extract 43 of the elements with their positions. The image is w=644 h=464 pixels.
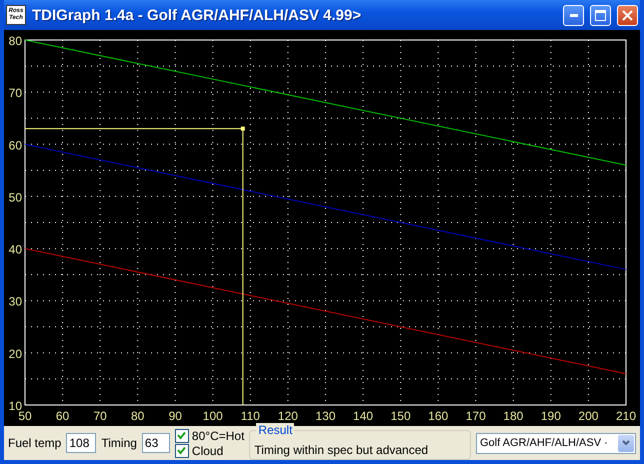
fuel-temp-label: Fuel temp — [8, 436, 62, 450]
minimize-button[interactable] — [563, 4, 584, 26]
x-tick-label: 130 — [315, 409, 336, 423]
x-tick-label: 100 — [202, 409, 223, 423]
timing-label: Timing — [101, 436, 137, 450]
y-tick-label: 50 — [8, 190, 22, 204]
y-tick-label: 20 — [8, 346, 22, 361]
x-tick-label: 190 — [540, 409, 561, 423]
minimize-icon — [570, 14, 578, 16]
fuel-temp-field[interactable]: 108 — [66, 433, 96, 453]
x-tick-label: 110 — [240, 409, 260, 423]
engine-dropdown[interactable]: Golf AGR/AHF/ALH/ASV · — [476, 432, 636, 454]
x-tick-label: 210 — [616, 409, 636, 423]
checkbox-label: Cloud — [192, 444, 224, 458]
x-tick-label: 140 — [353, 409, 374, 423]
close-button[interactable] — [617, 4, 638, 26]
marker-point — [240, 126, 245, 131]
maximize-button[interactable] — [590, 4, 611, 26]
y-tick-label: 40 — [8, 242, 22, 257]
timing-field[interactable]: 63 — [142, 433, 170, 453]
x-tick-label: 80 — [131, 409, 144, 423]
checkbox[interactable] — [174, 444, 189, 458]
x-tick-label: 120 — [278, 409, 298, 423]
x-tick-label: 160 — [428, 409, 448, 423]
maximize-icon — [595, 10, 606, 20]
result-text: Timing within spec but advanced — [254, 443, 428, 457]
x-tick-label: 70 — [93, 409, 107, 423]
result-title: Result — [256, 423, 294, 437]
x-tick-label: 60 — [56, 409, 70, 423]
x-tick-label: 170 — [466, 409, 486, 423]
x-tick-label: 90 — [168, 409, 182, 423]
y-tick-label: 70 — [8, 86, 22, 100]
dropdown-value: Golf AGR/AHF/ALH/ASV · — [479, 437, 609, 449]
y-tick-label: 80 — [8, 34, 22, 48]
checkbox-label: 80°C=Hot — [192, 428, 244, 442]
x-tick-label: 200 — [578, 409, 598, 423]
window-title: TDIGraph 1.4a - Golf AGR/AHF/ALH/ASV 4.99> — [32, 6, 362, 24]
x-tick-label: 180 — [503, 409, 524, 423]
x-tick-label: 150 — [390, 409, 411, 423]
y-tick-label: 30 — [8, 294, 22, 309]
checkbox[interactable] — [174, 428, 189, 442]
y-tick-label: 60 — [8, 138, 22, 152]
close-icon — [622, 10, 633, 20]
